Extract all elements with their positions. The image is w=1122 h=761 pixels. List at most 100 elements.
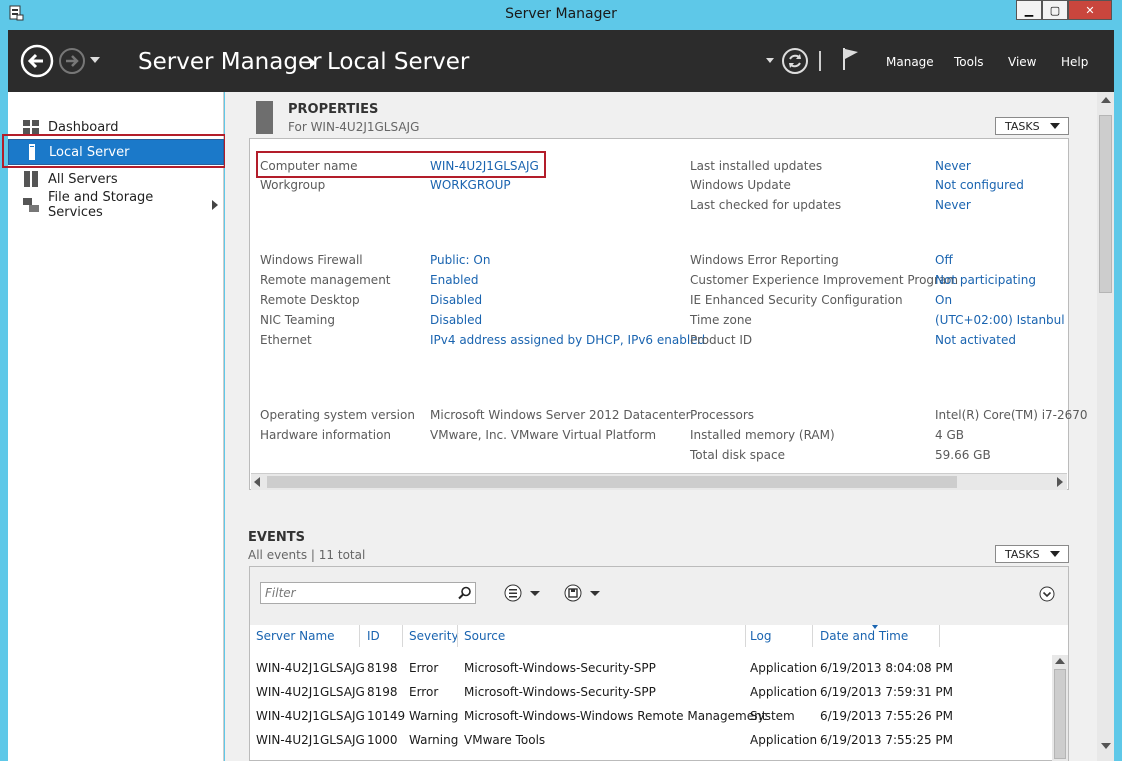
nic-teaming-link[interactable]: Disabled [430,313,482,327]
filter-bar: Filter [250,567,1068,625]
product-id-link[interactable]: Not activated [935,333,1016,347]
menu-help[interactable]: Help [1061,55,1088,69]
menu-manage[interactable]: Manage [886,55,934,69]
column-header-source[interactable]: Source [464,629,505,643]
scrollbar-thumb[interactable] [1054,669,1066,759]
breadcrumb-local-server[interactable]: Local Server [327,49,469,75]
servers-icon [22,171,40,187]
events-vertical-scrollbar[interactable] [1052,655,1068,761]
remote-management-link[interactable]: Enabled [430,273,479,287]
cell-source: Microsoft-Windows-Windows Remote Managem… [464,709,767,723]
column-header-severity[interactable]: Severity [409,629,459,643]
properties-tasks-button[interactable]: TASKS [995,117,1069,135]
table-row[interactable]: WIN-4U2J1GLSAJG 8198 Error Microsoft-Win… [250,659,1050,681]
properties-icon [256,101,273,134]
minimize-button[interactable]: ▁ [1016,0,1042,20]
remote-desktop-link[interactable]: Disabled [430,293,482,307]
cell-log: Application [750,685,818,699]
prop-label: Remote management [260,273,391,287]
prop-label: Total disk space [690,448,786,462]
scrollbar-thumb[interactable] [267,476,957,488]
computer-name-link[interactable]: WIN-4U2J1GLSAJG [430,159,539,173]
menu-view[interactable]: View [1008,55,1036,69]
events-tasks-button[interactable]: TASKS [995,545,1069,563]
time-zone-link[interactable]: (UTC+02:00) Istanbul [935,313,1065,327]
horizontal-scrollbar[interactable] [251,473,1067,490]
search-icon[interactable] [458,585,472,600]
cell-severity: Error [409,661,439,675]
column-header-server-name[interactable]: Server Name [256,629,335,643]
column-header-date-time[interactable]: Date and Time [820,629,908,643]
ceip-link[interactable]: Not participating [935,273,1036,287]
save-query-icon[interactable] [564,584,604,602]
cell-severity: Error [409,685,439,699]
prop-label: Customer Experience Improvement Program [690,273,959,287]
refresh-icon[interactable] [781,47,809,75]
notifications-flag-icon[interactable] [840,46,862,72]
column-header-id[interactable]: ID [367,629,380,643]
last-checked-updates-link[interactable]: Never [935,198,971,212]
close-button[interactable]: ✕ [1068,0,1112,20]
breadcrumb-server-manager[interactable]: Server Manager [138,49,322,75]
properties-title: PROPERTIES [288,102,379,117]
workgroup-link[interactable]: WORKGROUP [430,178,511,192]
scroll-down-icon[interactable] [1101,743,1111,749]
table-row[interactable]: WIN-4U2J1GLSAJG 1000 Warning VMware Tool… [250,731,1050,753]
events-summary: All events | 11 total [248,548,366,562]
window-frame-right [1114,30,1122,761]
refresh-dropdown-icon[interactable] [766,58,774,63]
table-row[interactable]: WIN-4U2J1GLSAJG 8198 Error Microsoft-Win… [250,683,1050,705]
scroll-left-icon[interactable] [254,477,260,487]
error-reporting-link[interactable]: Off [935,253,953,267]
maximize-button[interactable]: ▢ [1042,0,1068,20]
last-installed-updates-link[interactable]: Never [935,159,971,173]
cell-server: WIN-4U2J1GLSAJG [256,709,365,723]
chevron-down-icon [1050,123,1060,129]
cell-log: Application [750,661,818,675]
column-header-log[interactable]: Log [750,629,771,643]
scroll-up-icon[interactable] [1101,97,1111,103]
cell-date: 6/19/2013 7:55:25 PM [820,733,954,747]
expand-icon[interactable] [1039,586,1055,602]
prop-label: Last checked for updates [690,198,842,212]
breadcrumb-separator-icon [310,58,316,68]
table-row[interactable]: WIN-4U2J1GLSAJG 10149 Warning Microsoft-… [250,707,1050,729]
prop-label: Workgroup [260,178,326,192]
scrollbar-thumb[interactable] [1099,115,1112,293]
properties-subtitle: For WIN-4U2J1GLSAJG [288,120,420,134]
tasks-label: TASKS [1005,119,1040,133]
column-divider [812,625,813,647]
title-bar[interactable]: Server Manager ▁ ▢ ✕ [0,0,1122,30]
cell-severity: Warning [409,709,459,723]
header-divider [819,51,821,71]
ie-esc-link[interactable]: On [935,293,952,307]
prop-value: 4 GB [935,428,964,442]
cell-id: 10149 [367,709,406,723]
expand-arrow-icon[interactable] [212,200,218,210]
windows-update-link[interactable]: Not configured [935,178,1024,192]
scroll-up-icon[interactable] [1055,658,1065,664]
prop-label: Time zone [690,313,752,327]
forward-button[interactable] [58,47,86,75]
prop-label: Last installed updates [690,159,823,173]
firewall-link[interactable]: Public: On [430,253,490,267]
list-options-icon[interactable] [504,584,544,602]
sidebar-item-file-storage[interactable]: File and Storage Services [8,190,224,220]
sidebar-item-all-servers[interactable]: All Servers [8,166,224,192]
cell-server: WIN-4U2J1GLSAJG [256,733,365,747]
cell-log: Application [750,733,818,747]
history-dropdown-icon[interactable] [90,57,100,63]
back-button[interactable] [20,44,54,78]
ethernet-link[interactable]: IPv4 address assigned by DHCP, IPv6 enab… [430,333,705,347]
column-divider [402,625,403,647]
sidebar-item-label: Dashboard [48,119,119,135]
chevron-down-icon [1050,551,1060,557]
cell-source: VMware Tools [464,733,546,747]
main-vertical-scrollbar[interactable] [1097,92,1114,761]
filter-input[interactable]: Filter [260,582,476,604]
sidebar-item-label: All Servers [48,171,118,187]
scroll-right-icon[interactable] [1057,477,1063,487]
prop-value: Intel(R) Core(TM) i7-2670 [935,408,1088,422]
menu-tools[interactable]: Tools [954,55,984,69]
prop-label: IE Enhanced Security Configuration [690,293,903,307]
